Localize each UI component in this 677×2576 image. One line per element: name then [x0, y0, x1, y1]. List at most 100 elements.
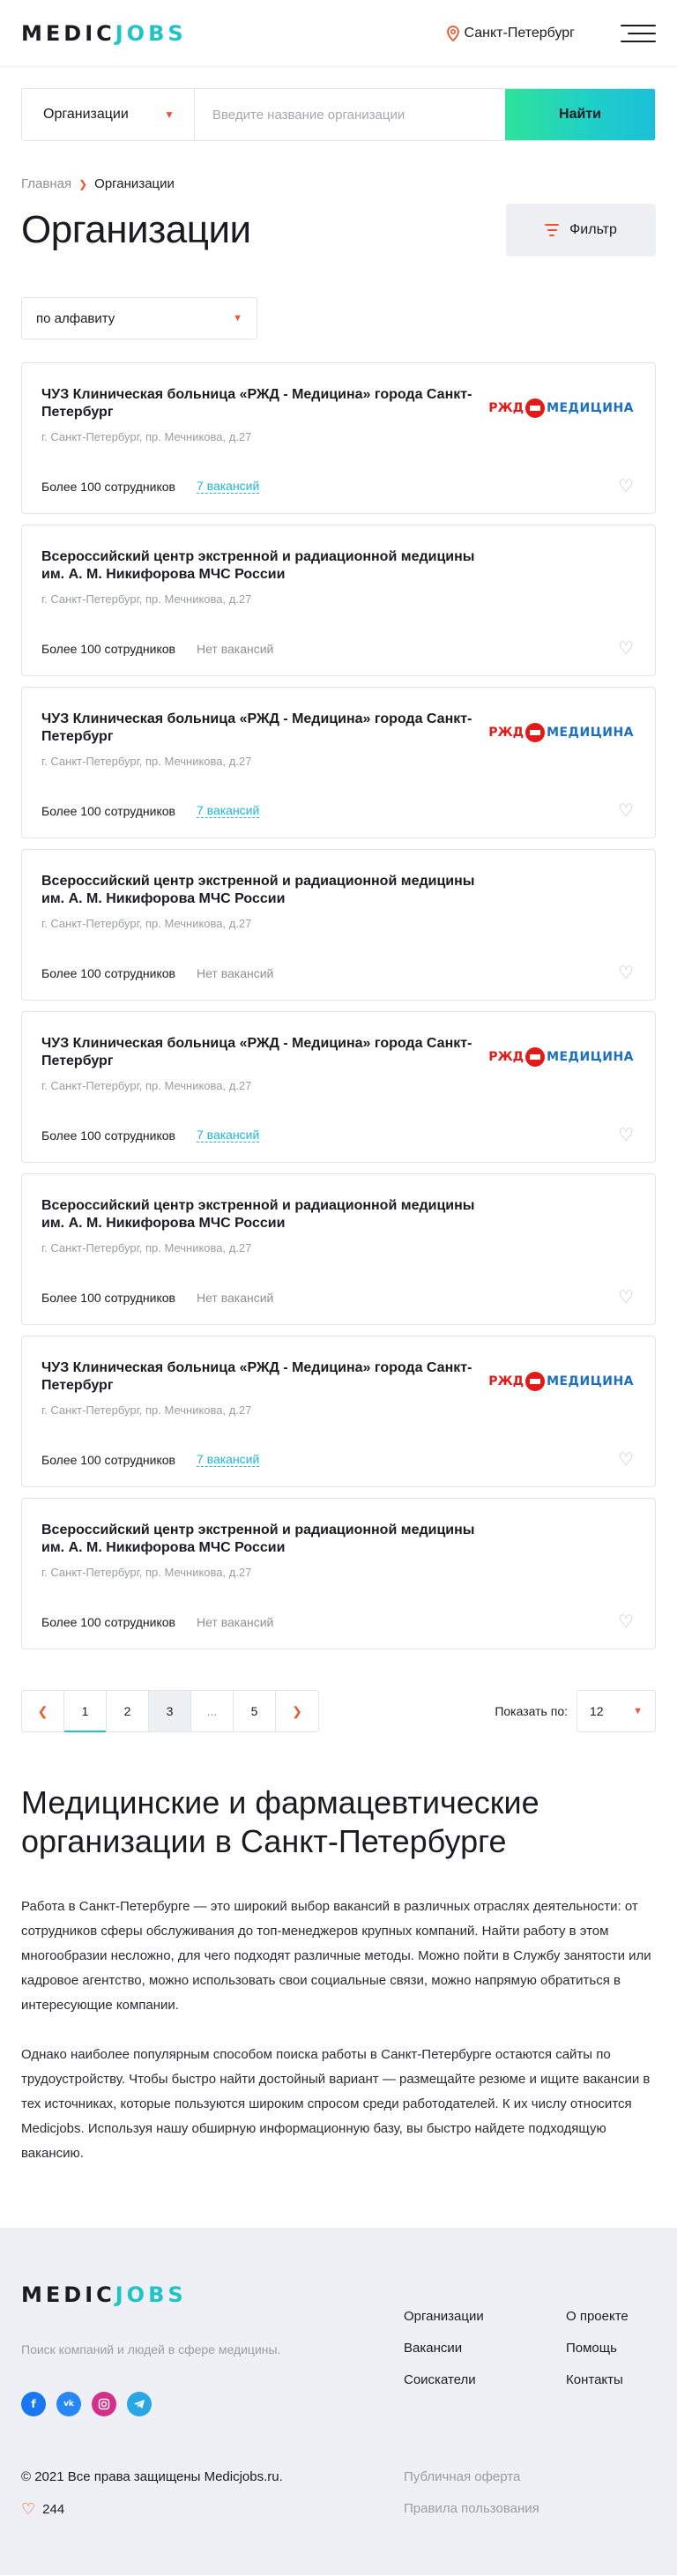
filter-label: Фильтр	[569, 222, 617, 237]
copyright: © 2021 Все права защищены Medicjobs.ru.	[21, 2469, 283, 2484]
likes-count: 244	[42, 2502, 65, 2517]
instagram-icon[interactable]	[92, 2392, 116, 2416]
city-selector[interactable]: Санкт-Петербург	[446, 25, 575, 41]
organization-address: г. Санкт-Петербург, пр. Мечникова, д.27	[41, 1403, 252, 1417]
burger-menu-icon[interactable]	[621, 24, 656, 42]
organization-vacancies: Нет вакансий	[196, 966, 274, 980]
heart-icon[interactable]: ♡	[618, 640, 634, 658]
logo-part-medic: MEDIC	[21, 2282, 115, 2307]
logo-text-medicina: МЕДИЦИНА	[547, 1050, 634, 1064]
footer-nav-link[interactable]: Организации	[404, 2309, 566, 2324]
filter-button[interactable]: Фильтр	[506, 204, 656, 257]
organization-name[interactable]: Всероссийский центр экстренной и радиаци…	[41, 873, 482, 908]
footer-nav-column-1: Организации Вакансии Соискатели	[404, 2309, 566, 2416]
footer-description: Поиск компаний и людей в сфере медицины.	[21, 2342, 281, 2356]
footer-legal-link[interactable]: Публичная оферта	[404, 2469, 539, 2484]
organization-card[interactable]: ЧУЗ Клиническая больница «РЖД - Медицина…	[21, 1011, 656, 1163]
rzd-emblem-icon	[525, 398, 546, 418]
logo-text-rzd: РЖД	[488, 1374, 524, 1389]
seo-paragraph-1: Работа в Санкт-Петербурге — это широкий …	[21, 1899, 651, 2013]
social-links: f vk	[21, 2392, 404, 2416]
organization-name[interactable]: Всероссийский центр экстренной и радиаци…	[41, 548, 482, 584]
pagination-page[interactable]: 3	[149, 1691, 191, 1731]
heart-icon[interactable]: ♡	[618, 802, 634, 820]
footer-nav-link[interactable]: О проекте	[566, 2309, 629, 2324]
organization-vacancies: Нет вакансий	[196, 1615, 274, 1629]
organization-staff: Более 100 сотрудников	[41, 966, 175, 980]
organization-address: г. Санкт-Петербург, пр. Мечникова, д.27	[41, 1566, 252, 1579]
organization-name[interactable]: ЧУЗ Клиническая больница «РЖД - Медицина…	[41, 1035, 482, 1070]
footer-legal-link[interactable]: Правила пользования	[404, 2501, 539, 2516]
search-type-value: Организации	[43, 107, 129, 122]
chevron-left-icon[interactable]: ❮	[22, 1691, 64, 1731]
page-size-value: 12	[590, 1704, 604, 1718]
heart-icon[interactable]: ♡	[618, 1613, 634, 1631]
footer-nav-link[interactable]: Помощь	[566, 2341, 629, 2356]
organization-address: г. Санкт-Петербург, пр. Мечникова, д.27	[41, 755, 252, 768]
organization-card[interactable]: ЧУЗ Клиническая больница «РЖД - Медицина…	[21, 362, 656, 514]
organization-address: г. Санкт-Петербург, пр. Мечникова, д.27	[41, 592, 252, 606]
pagination-page[interactable]: 5	[234, 1691, 276, 1731]
site-logo[interactable]: MEDIC JOBS	[21, 21, 187, 46]
heart-icon[interactable]: ♡	[618, 1451, 634, 1469]
footer-nav-link[interactable]: Контакты	[566, 2372, 629, 2387]
heart-icon[interactable]: ♡	[618, 478, 634, 495]
rzd-medicina-logo: РЖД МЕДИЦИНА	[488, 723, 634, 742]
breadcrumb-current: Организации	[94, 176, 175, 191]
organization-card[interactable]: Всероссийский центр экстренной и радиаци…	[21, 1498, 656, 1649]
heart-icon[interactable]: ♡	[618, 964, 634, 982]
organization-vacancies[interactable]: 7 вакансий	[196, 1452, 260, 1467]
organization-staff: Более 100 сотрудников	[41, 1291, 175, 1305]
organization-card[interactable]: Всероссийский центр экстренной и радиаци…	[21, 1173, 656, 1325]
pagination-page[interactable]: 2	[107, 1691, 149, 1731]
vk-icon[interactable]: vk	[56, 2392, 81, 2416]
rzd-medicina-logo: РЖД МЕДИЦИНА	[488, 1372, 634, 1391]
organization-name[interactable]: Всероссийский центр экстренной и радиаци…	[41, 1522, 482, 1557]
footer-nav-link[interactable]: Вакансии	[404, 2341, 566, 2356]
search-bar: Организации ▼ Найти	[21, 88, 656, 141]
search-type-select[interactable]: Организации ▼	[22, 89, 195, 140]
organization-name[interactable]: ЧУЗ Клиническая больница «РЖД - Медицина…	[41, 711, 482, 746]
telegram-icon[interactable]	[127, 2392, 152, 2416]
heart-icon[interactable]: ♡	[618, 1127, 634, 1144]
title-row: Организации Фильтр	[21, 204, 656, 257]
organization-card[interactable]: ЧУЗ Клиническая больница «РЖД - Медицина…	[21, 1336, 656, 1487]
organization-staff: Более 100 сотрудников	[41, 1128, 175, 1143]
organization-card[interactable]: Всероссийский центр экстренной и радиаци…	[21, 849, 656, 1001]
breadcrumb-home-link[interactable]: Главная	[21, 176, 71, 191]
pagination: ❮ 1 2 3... 5 ❯	[21, 1690, 319, 1732]
map-pin-icon	[446, 25, 459, 41]
organization-name[interactable]: ЧУЗ Клиническая больница «РЖД - Медицина…	[41, 386, 482, 421]
footer-nav-link[interactable]: Соискатели	[404, 2372, 566, 2387]
sort-select[interactable]: по алфавиту ▼	[21, 297, 257, 339]
organization-vacancies: Нет вакансий	[196, 642, 274, 656]
search-button[interactable]: Найти	[505, 89, 655, 140]
organization-staff: Более 100 сотрудников	[41, 479, 175, 494]
heart-icon[interactable]: ♡	[618, 1289, 634, 1307]
logo-text-medicina: МЕДИЦИНА	[547, 1374, 634, 1389]
organization-vacancies[interactable]: 7 вакансий	[196, 803, 260, 818]
organization-address: г. Санкт-Петербург, пр. Мечникова, д.27	[41, 430, 252, 443]
facebook-icon[interactable]: f	[21, 2392, 46, 2416]
sort-value: по алфавиту	[36, 310, 115, 326]
organization-list: ЧУЗ Клиническая больница «РЖД - Медицина…	[21, 362, 656, 1649]
search-input[interactable]	[195, 89, 505, 140]
organization-address: г. Санкт-Петербург, пр. Мечникова, д.27	[41, 1079, 252, 1092]
organization-card[interactable]: ЧУЗ Клиническая больница «РЖД - Медицина…	[21, 687, 656, 838]
pagination-page[interactable]: 1	[64, 1691, 107, 1732]
rzd-medicina-logo: РЖД МЕДИЦИНА	[488, 1047, 634, 1067]
organization-name[interactable]: ЧУЗ Клиническая больница «РЖД - Медицина…	[41, 1359, 482, 1395]
chevron-right-icon[interactable]: ❯	[276, 1691, 318, 1731]
organization-card[interactable]: Всероссийский центр экстренной и радиаци…	[21, 525, 656, 676]
organization-vacancies[interactable]: 7 вакансий	[196, 1128, 260, 1143]
heart-icon: ♡	[21, 2500, 36, 2518]
rzd-emblem-icon	[525, 723, 546, 742]
likes-counter[interactable]: ♡ 244	[21, 2500, 404, 2519]
page-size-select[interactable]: 12 ▼	[577, 1690, 656, 1732]
logo-part-jobs: JOBS	[115, 2282, 187, 2307]
organization-vacancies[interactable]: 7 вакансий	[196, 479, 260, 494]
footer-logo[interactable]: MEDIC JOBS	[21, 2282, 404, 2307]
organization-name[interactable]: Всероссийский центр экстренной и радиаци…	[41, 1197, 482, 1232]
rzd-medicina-logo: РЖД МЕДИЦИНА	[488, 398, 634, 418]
logo-part-medic: MEDIC	[21, 20, 115, 46]
